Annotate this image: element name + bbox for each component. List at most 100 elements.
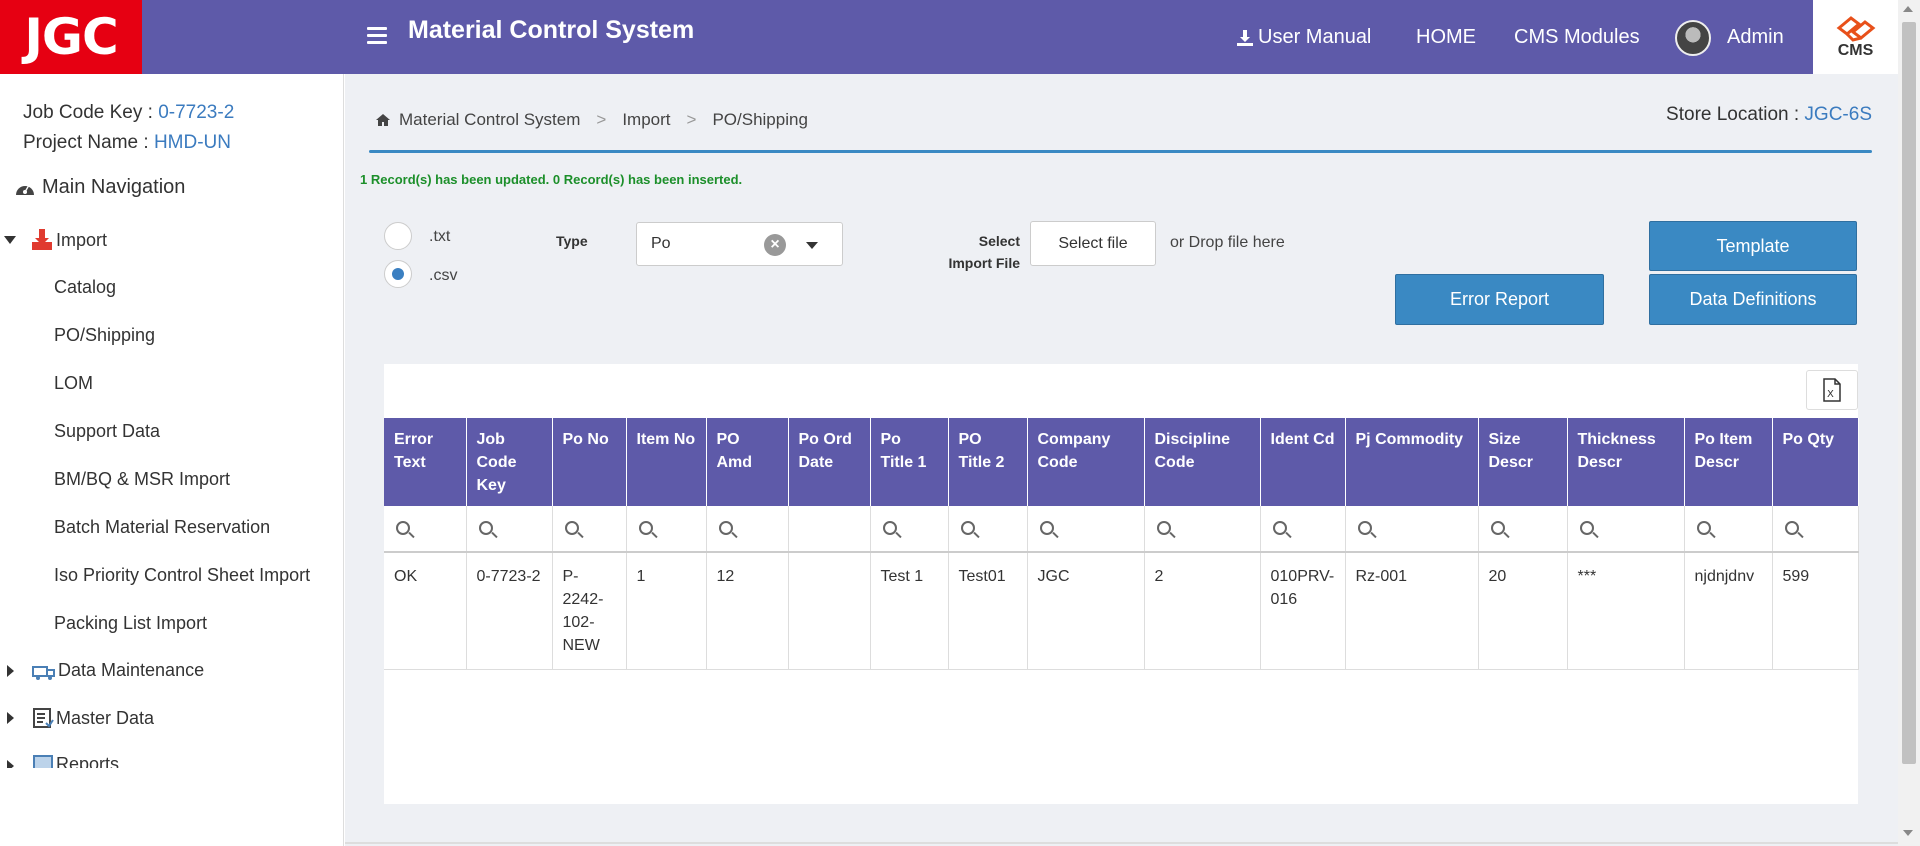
column-header[interactable]: Po No xyxy=(552,418,627,506)
type-label: Type xyxy=(556,233,588,249)
scroll-up-icon[interactable] xyxy=(1903,6,1913,12)
app-title: Material Control System xyxy=(408,16,695,44)
filter-cell[interactable] xyxy=(870,506,949,553)
table-cell: 20 xyxy=(1478,552,1568,670)
column-header[interactable]: Po Qty xyxy=(1772,418,1859,506)
column-header[interactable]: Error Text xyxy=(384,418,467,506)
sidebar-group-import[interactable]: Import xyxy=(0,228,107,252)
sidebar-item-lom[interactable]: LOM xyxy=(54,373,93,394)
sidebar-group-master-data[interactable]: Master Data xyxy=(0,707,154,729)
search-icon xyxy=(1490,521,1505,535)
breadcrumb-item[interactable]: Material Control System xyxy=(399,110,580,130)
footer-divider xyxy=(345,842,1898,844)
data-definitions-button[interactable]: Data Definitions xyxy=(1649,274,1857,325)
txt-radio[interactable] xyxy=(384,222,412,250)
filter-cell[interactable] xyxy=(1144,506,1261,553)
filter-cell[interactable] xyxy=(788,506,871,553)
sidebar-group-reports[interactable]: Reports xyxy=(0,754,119,768)
breadcrumb-item[interactable]: Import xyxy=(622,110,670,130)
search-icon xyxy=(1696,521,1711,535)
user-manual-link[interactable]: User Manual xyxy=(1236,26,1371,49)
main-navigation-header[interactable]: Main Navigation xyxy=(14,176,185,199)
sidebar-item-catalog[interactable]: Catalog xyxy=(54,277,116,298)
filter-cell[interactable] xyxy=(626,506,707,553)
hamburger-menu-icon[interactable] xyxy=(367,27,387,45)
cms-modules-link[interactable]: CMS Modules xyxy=(1514,26,1640,49)
search-icon xyxy=(718,521,733,535)
collapsed-caret-icon xyxy=(7,760,14,768)
sidebar-item-iso-priority[interactable]: Iso Priority Control Sheet Import xyxy=(54,565,310,586)
search-icon xyxy=(564,521,579,535)
column-header[interactable]: PO Title 2 xyxy=(948,418,1028,506)
collapsed-caret-icon xyxy=(7,664,14,677)
column-header[interactable]: Job Code Key xyxy=(466,418,553,506)
home-link[interactable]: HOME xyxy=(1416,26,1476,49)
sidebar-group-data-maintenance[interactable]: Data Maintenance xyxy=(0,660,204,681)
sidebar-item-support-data[interactable]: Support Data xyxy=(54,421,160,442)
table-cell: OK xyxy=(384,552,467,670)
job-code-info: Job Code Key : 0-7723-2 xyxy=(23,102,235,123)
truck-icon xyxy=(32,665,55,680)
store-location-value: JGC-6S xyxy=(1804,104,1872,125)
filter-cell[interactable] xyxy=(1478,506,1568,553)
svg-text:X: X xyxy=(1827,389,1834,400)
table-cell: njdnjdnv xyxy=(1684,552,1773,670)
excel-icon: X xyxy=(1823,378,1841,402)
table-cell: Test 1 xyxy=(870,552,949,670)
table-row[interactable]: OK 0-7723-2 P-2242-102-NEW 1 12 Test 1 T… xyxy=(384,552,1859,670)
filter-cell[interactable] xyxy=(706,506,789,553)
scrollbar-thumb[interactable] xyxy=(1902,22,1916,764)
csv-radio[interactable] xyxy=(384,260,412,288)
cms-logo[interactable]: CMS xyxy=(1813,0,1898,74)
filter-cell[interactable] xyxy=(1345,506,1479,553)
table-cell: Rz-001 xyxy=(1345,552,1479,670)
filter-cell[interactable] xyxy=(1772,506,1859,553)
column-header[interactable]: Po Item Descr xyxy=(1684,418,1773,506)
chevron-down-icon[interactable] xyxy=(806,242,818,249)
column-header[interactable]: Thickness Descr xyxy=(1567,418,1685,506)
import-icon xyxy=(32,229,52,250)
column-header[interactable]: Ident Cd xyxy=(1260,418,1346,506)
filter-cell[interactable] xyxy=(1684,506,1773,553)
sidebar-item-packing-list[interactable]: Packing List Import xyxy=(54,613,207,634)
filter-cell[interactable] xyxy=(552,506,627,553)
jgc-logo[interactable]: JGC xyxy=(0,0,142,74)
column-header[interactable]: Po Ord Date xyxy=(788,418,871,506)
main-content: Material Control System > Import > PO/Sh… xyxy=(345,74,1898,846)
template-button[interactable]: Template xyxy=(1649,221,1857,271)
project-name-value: HMD-UN xyxy=(153,132,231,153)
search-icon xyxy=(1272,521,1287,535)
filter-cell[interactable] xyxy=(384,506,467,553)
table-cell xyxy=(788,552,871,670)
filter-cell[interactable] xyxy=(1567,506,1685,553)
report-icon xyxy=(33,755,53,768)
filter-cell[interactable] xyxy=(466,506,553,553)
excel-export-button[interactable]: X xyxy=(1806,370,1858,410)
column-header[interactable]: Discipline Code xyxy=(1144,418,1261,506)
column-header[interactable]: PO Amd xyxy=(706,418,789,506)
clear-icon[interactable]: × xyxy=(764,234,786,256)
error-report-button[interactable]: Error Report xyxy=(1395,274,1604,325)
admin-user-menu[interactable]: Admin xyxy=(1727,26,1784,49)
avatar[interactable] xyxy=(1675,20,1711,56)
sidebar-item-batch-material-reservation[interactable]: Batch Material Reservation xyxy=(54,517,270,538)
column-header[interactable]: Pj Commodity xyxy=(1345,418,1479,506)
select-file-button[interactable]: Select file xyxy=(1030,221,1156,266)
breadcrumb-item: PO/Shipping xyxy=(712,110,808,129)
filter-cell[interactable] xyxy=(1260,506,1346,553)
checklist-icon xyxy=(33,708,54,728)
table-cell: P-2242-102-NEW xyxy=(552,552,627,670)
search-icon xyxy=(1039,521,1054,535)
type-select[interactable]: Po × xyxy=(636,222,843,266)
drop-zone-text[interactable]: or Drop file here xyxy=(1170,234,1285,252)
column-header[interactable]: Po Title 1 xyxy=(870,418,949,506)
scroll-down-icon[interactable] xyxy=(1903,830,1913,836)
cms-logo-icon xyxy=(1836,16,1875,42)
filter-cell[interactable] xyxy=(948,506,1028,553)
sidebar-item-bm-bq-msr-import[interactable]: BM/BQ & MSR Import xyxy=(54,469,230,490)
column-header[interactable]: Company Code xyxy=(1027,418,1145,506)
column-header[interactable]: Size Descr xyxy=(1478,418,1568,506)
filter-cell[interactable] xyxy=(1027,506,1145,553)
column-header[interactable]: Item No xyxy=(626,418,707,506)
sidebar-item-po-shipping[interactable]: PO/Shipping xyxy=(54,325,155,346)
